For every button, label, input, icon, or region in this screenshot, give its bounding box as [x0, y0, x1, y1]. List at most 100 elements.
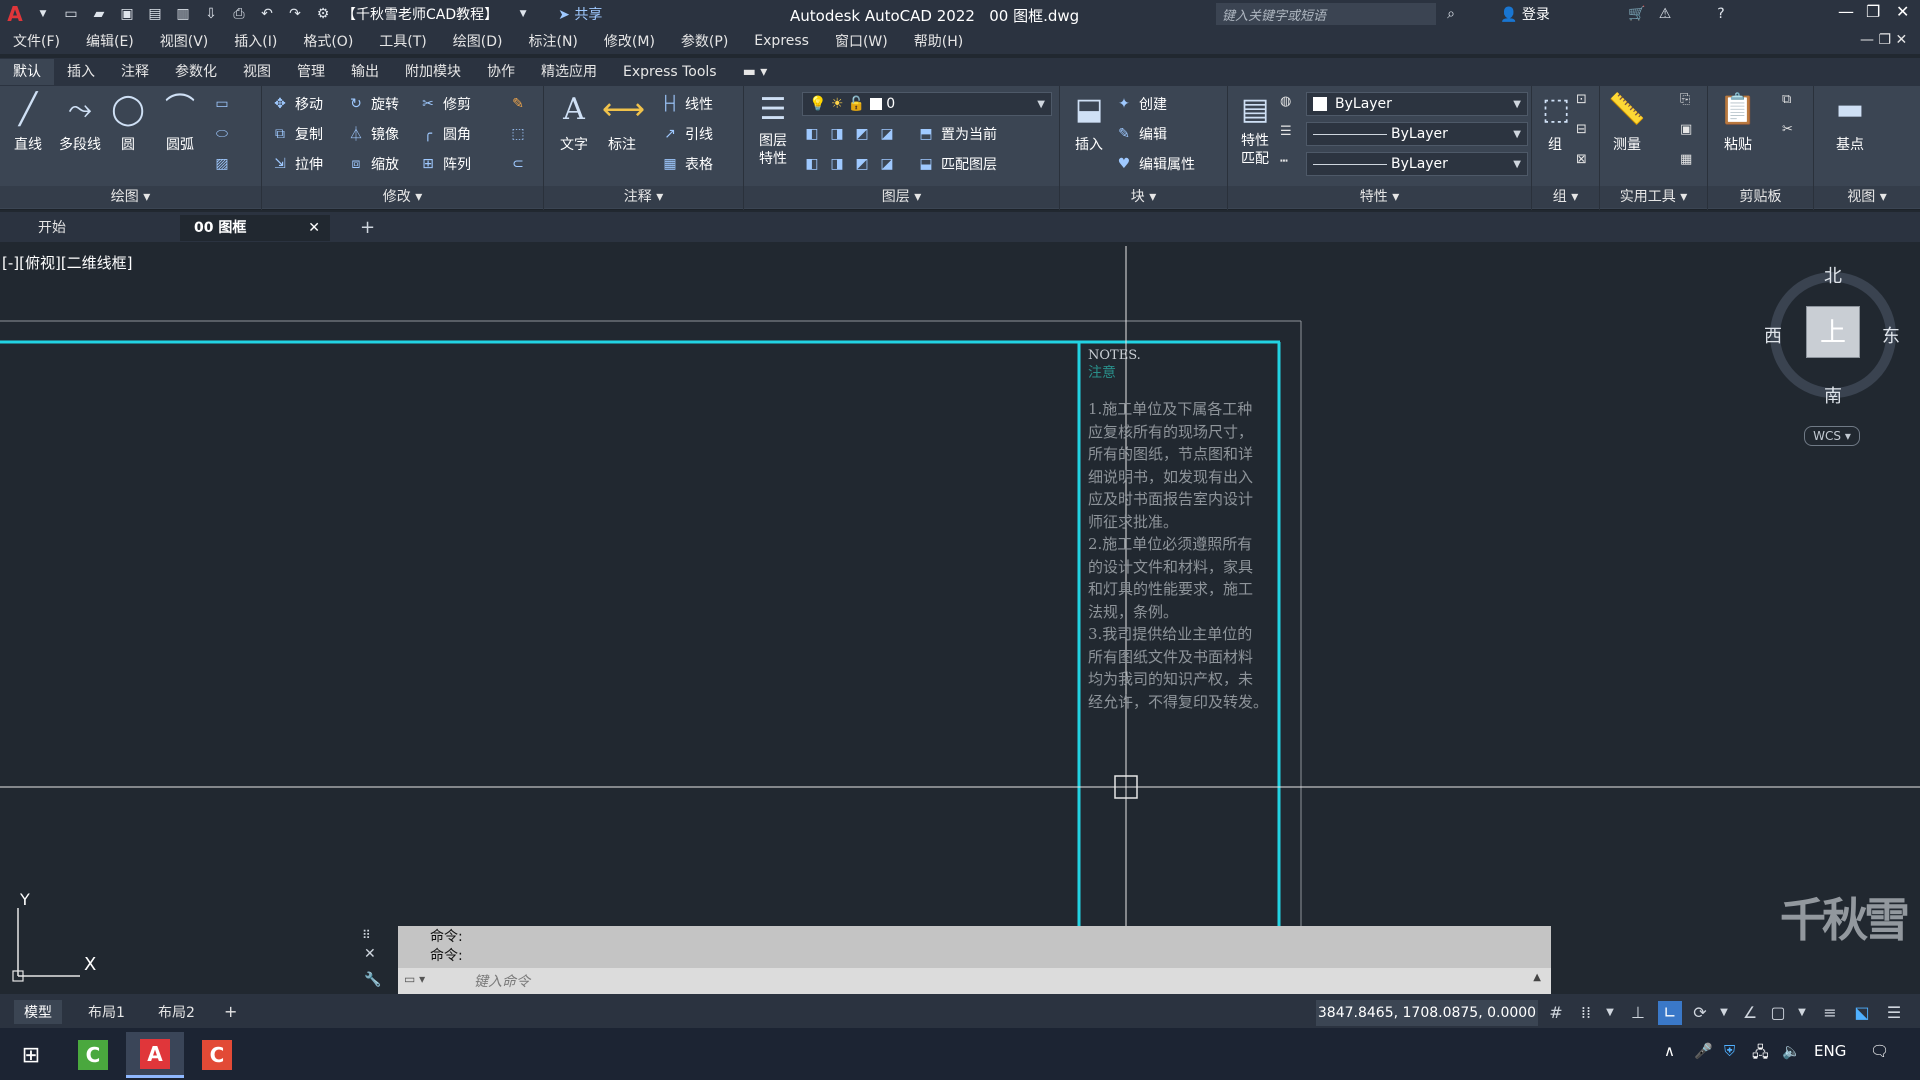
rectangle-button[interactable]: ▭: [212, 92, 232, 116]
clipboard-panel-title[interactable]: 剪贴板: [1708, 186, 1813, 208]
rotate-button[interactable]: ↻ 旋转: [346, 92, 399, 116]
ribbon-tab-collaborate[interactable]: 协作: [474, 59, 528, 85]
insert-block-button[interactable]: ⬓ 插入: [1064, 90, 1114, 154]
menu-edit[interactable]: 编辑(E): [73, 31, 147, 51]
ribbon-tab-addins[interactable]: 附加模块: [392, 59, 474, 85]
minimize-icon[interactable]: —: [1838, 2, 1854, 21]
menu-format[interactable]: 格式(O): [290, 31, 366, 51]
mirror-button[interactable]: ⏃ 镜像: [346, 122, 399, 146]
chevron-down-icon[interactable]: ▼: [512, 4, 534, 24]
new-tab-button[interactable]: +: [346, 215, 375, 241]
chevron-down-icon[interactable]: ▼: [1598, 1001, 1622, 1025]
ribbon-tab-default[interactable]: 默认: [0, 59, 54, 85]
menu-modify[interactable]: 修改(M): [591, 31, 668, 51]
layer-dropdown[interactable]: 💡 ☀ 🔓 0 ▼: [802, 92, 1052, 116]
login-button[interactable]: 👤 登录: [1500, 4, 1550, 24]
arc-button[interactable]: ⌒ 圆弧: [158, 90, 202, 154]
isometric-icon[interactable]: ∠: [1738, 1001, 1762, 1025]
menu-express[interactable]: Express: [741, 33, 822, 49]
windows-start-icon[interactable]: ⊞: [2, 1032, 60, 1078]
lineweight-dropdown[interactable]: ByLayer ▼: [1306, 122, 1528, 146]
tray-chevron-up-icon[interactable]: ∧: [1664, 1042, 1675, 1060]
ribbon-tab-manage[interactable]: 管理: [284, 59, 338, 85]
microphone-icon[interactable]: 🎤: [1694, 1042, 1713, 1060]
language-indicator[interactable]: ENG: [1814, 1042, 1846, 1060]
offset-button[interactable]: ⊂: [508, 152, 528, 176]
utilities-panel-title[interactable]: 实用工具 ▾: [1600, 186, 1707, 208]
autodesk-a360-icon[interactable]: ⚠: [1654, 4, 1676, 24]
table-button[interactable]: ▦ 表格: [660, 152, 713, 176]
calculator-icon[interactable]: ▦: [1680, 152, 1692, 167]
paste-button[interactable]: 📋 粘贴: [1716, 90, 1760, 154]
select-all-icon[interactable]: ▣: [1680, 122, 1692, 137]
layer-properties-button[interactable]: ☰ 图层 特性: [748, 90, 798, 168]
workspace-gear-icon[interactable]: ⚙: [312, 4, 334, 24]
layer-tool-row-2[interactable]: ◧ ◨ ◩ ◪: [802, 152, 897, 176]
chevron-down-icon[interactable]: ▼: [32, 4, 54, 24]
tab-current-drawing[interactable]: 00 图框 ✕: [180, 215, 330, 241]
ortho-icon[interactable]: ∟: [1658, 1001, 1682, 1025]
restore-icon[interactable]: ❐: [1866, 2, 1880, 21]
network-icon[interactable]: 🖧: [1752, 1042, 1769, 1067]
search-input[interactable]: 键入关键字或短语: [1216, 3, 1436, 25]
properties-panel-title[interactable]: 特性 ▾: [1228, 186, 1531, 208]
save-as-icon[interactable]: ▤: [144, 4, 166, 24]
copy-button[interactable]: ⧉ 复制: [270, 122, 323, 146]
menu-window[interactable]: 窗口(W): [822, 31, 901, 51]
color-wheel-icon[interactable]: ◍: [1280, 94, 1291, 109]
copy-clip-icon[interactable]: ⧉: [1782, 92, 1791, 107]
group-edit-icon[interactable]: ⊟: [1576, 122, 1587, 137]
search-icon[interactable]: ⌕: [1440, 4, 1462, 24]
hatch-button[interactable]: ▨: [212, 152, 232, 176]
grid-icon[interactable]: #: [1544, 1001, 1568, 1025]
add-layout-button[interactable]: +: [214, 1000, 247, 1023]
explode-button[interactable]: ⬚: [508, 122, 528, 146]
ungroup-icon[interactable]: ⊡: [1576, 92, 1587, 107]
notification-icon[interactable]: 🗨: [1870, 1042, 1889, 1060]
block-panel-title[interactable]: 块 ▾: [1060, 186, 1227, 208]
layout-tab-1[interactable]: 布局1: [78, 1000, 135, 1024]
view-panel-title[interactable]: 视图 ▾: [1814, 186, 1920, 208]
drawing-canvas[interactable]: [-][俯视][二维线框] Y X: [0, 246, 1920, 1006]
base-point-button[interactable]: ▬ 基点: [1822, 90, 1878, 154]
annotation-panel-title[interactable]: 注释 ▾: [544, 186, 743, 208]
plot-icon[interactable]: ⎙: [228, 4, 250, 24]
autocad-taskbar-icon[interactable]: A: [126, 1032, 184, 1078]
viewcube-top-face[interactable]: 上: [1806, 306, 1860, 358]
set-current-button[interactable]: ⬒ 置为当前: [916, 122, 997, 146]
line-button[interactable]: ╱ 直线: [6, 90, 50, 154]
doc-window-controls[interactable]: — ❐ ✕: [1860, 32, 1907, 48]
menu-dimension[interactable]: 标注(N): [516, 31, 591, 51]
chevron-down-icon[interactable]: ▼: [1712, 1001, 1736, 1025]
compass-south[interactable]: 南: [1824, 382, 1842, 408]
circle-button[interactable]: ◯ 圆: [106, 90, 150, 154]
trim-button[interactable]: ✂ 修剪: [418, 92, 471, 116]
recent-commands-icon[interactable]: ▭ ▾: [404, 972, 425, 986]
command-close-icon[interactable]: ✕: [364, 946, 376, 962]
new-file-icon[interactable]: ▭: [60, 4, 82, 24]
ribbon-tab-output[interactable]: 输出: [338, 59, 392, 85]
autocad-logo-icon[interactable]: A: [4, 2, 26, 26]
snap-icon[interactable]: ⁞⁞: [1574, 1001, 1598, 1025]
ribbon-tab-annotate[interactable]: 注释: [108, 59, 162, 85]
menu-insert[interactable]: 插入(I): [221, 31, 290, 51]
camtasia-icon[interactable]: C: [64, 1032, 122, 1078]
publish-icon[interactable]: ▥: [172, 4, 194, 24]
wrench-icon[interactable]: 🔧: [364, 972, 381, 988]
group-button[interactable]: ⬚ 组: [1536, 90, 1574, 154]
draw-panel-title[interactable]: 绘图 ▾: [0, 186, 261, 208]
polar-tracking-icon[interactable]: ⟳: [1688, 1001, 1712, 1025]
scale-button[interactable]: ⧈ 缩放: [346, 152, 399, 176]
chevron-up-icon[interactable]: ▲: [1533, 972, 1541, 983]
ribbon-tab-express-tools[interactable]: Express Tools: [610, 59, 730, 85]
save-icon[interactable]: ▣: [116, 4, 138, 24]
ribbon-tab-parametric[interactable]: 参数化: [162, 59, 230, 85]
cart-icon[interactable]: 🛒: [1626, 4, 1648, 24]
command-input[interactable]: ▭ ▾ 键入命令 ▲: [398, 968, 1551, 994]
menu-parametric[interactable]: 参数(P): [668, 31, 741, 51]
open-folder-icon[interactable]: ▰: [88, 4, 110, 24]
ribbon-display-toggle[interactable]: ▬ ▾: [730, 59, 781, 85]
edit-block-button[interactable]: ✎ 编辑: [1114, 122, 1167, 146]
linear-dim-button[interactable]: ├┤ 线性: [660, 92, 713, 116]
export-icon[interactable]: ⇩: [200, 4, 222, 24]
